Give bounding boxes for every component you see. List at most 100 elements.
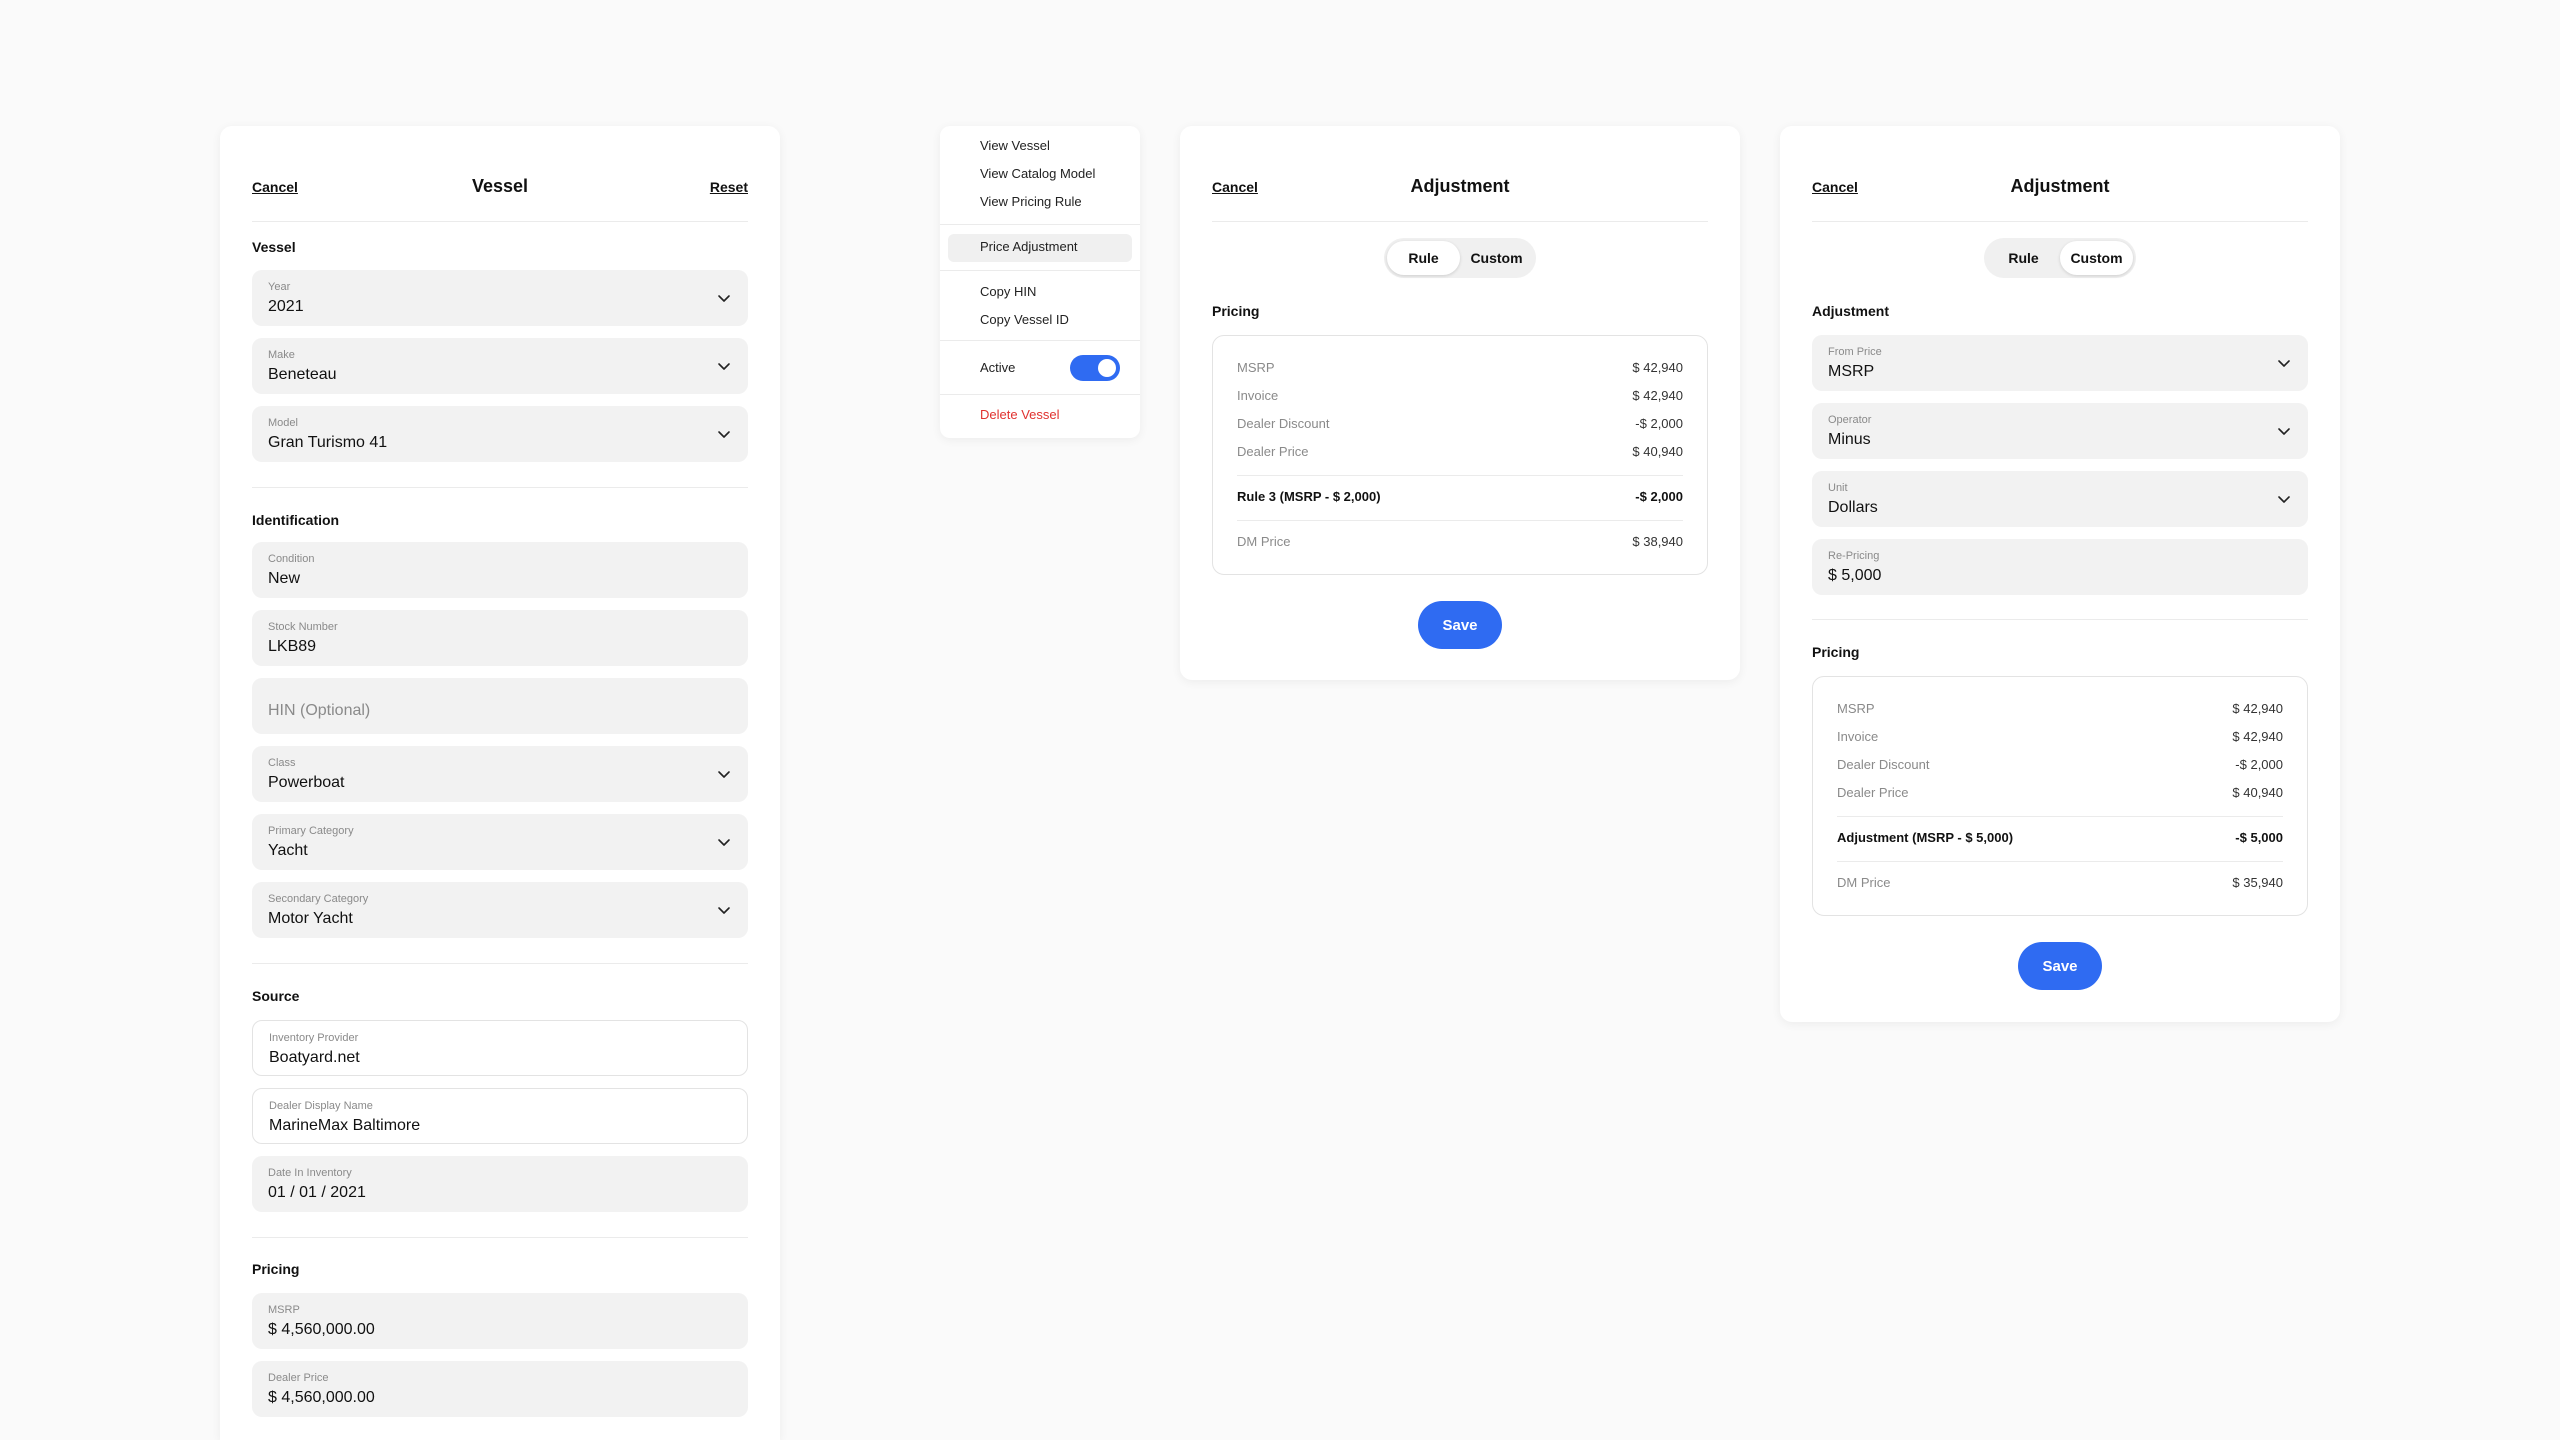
year-value: 2021 <box>268 298 304 315</box>
active-toggle[interactable] <box>1070 355 1120 381</box>
msrp-input[interactable]: MSRP $ 4,560,000.00 <box>252 1293 748 1349</box>
price-row-label: Dealer Price <box>1237 444 1309 459</box>
adjustment-row: Adjustment (MSRP - $ 5,000) -$ 5,000 <box>1837 830 2283 845</box>
model-select[interactable]: Model Gran Turismo 41 <box>252 406 748 462</box>
divider <box>1837 816 2283 817</box>
tab-custom[interactable]: Custom <box>2060 241 2133 275</box>
dealer-display-name-input[interactable]: Dealer Display Name MarineMax Baltimore <box>252 1088 748 1144</box>
class-select[interactable]: Class Powerboat <box>252 746 748 802</box>
price-row-value: -$ 2,000 <box>2235 757 2283 772</box>
secondary-category-value: Motor Yacht <box>268 910 353 927</box>
tab-rule[interactable]: Rule <box>1387 241 1460 275</box>
price-row: Dealer Discount -$ 2,000 <box>1237 416 1683 431</box>
inventory-provider-input[interactable]: Inventory Provider Boatyard.net <box>252 1020 748 1076</box>
price-row-label: MSRP <box>1837 701 1875 716</box>
price-row: Dealer Price $ 40,940 <box>1837 785 2283 800</box>
year-select[interactable]: Year 2021 <box>252 270 748 326</box>
tab-rule[interactable]: Rule <box>1987 241 2060 275</box>
chevron-down-icon <box>718 771 730 778</box>
from-price-select[interactable]: From Price MSRP <box>1812 335 2308 391</box>
date-in-inventory-input[interactable]: Date In Inventory 01 / 01 / 2021 <box>252 1156 748 1212</box>
save-button[interactable]: Save <box>2018 942 2102 990</box>
make-select[interactable]: Make Beneteau <box>252 338 748 394</box>
price-row: MSRP $ 42,940 <box>1837 701 2283 716</box>
make-value: Beneteau <box>268 366 337 383</box>
menu-item-copy-vessel-id[interactable]: Copy Vessel ID <box>980 312 1069 327</box>
unit-label: Unit <box>1828 482 1848 494</box>
unit-select[interactable]: Unit Dollars <box>1812 471 2308 527</box>
menu-item-view-vessel[interactable]: View Vessel <box>980 138 1050 153</box>
class-value: Powerboat <box>268 774 345 791</box>
price-row-value: $ 40,940 <box>2232 785 2283 800</box>
price-row-value: $ 40,940 <box>1632 444 1683 459</box>
divider <box>1237 520 1683 521</box>
dm-price-label: DM Price <box>1837 875 1891 890</box>
inventory-provider-value: Boatyard.net <box>269 1049 360 1066</box>
adjustment-rule-panel: Cancel Adjustment Rule Custom Pricing MS… <box>1180 126 1740 680</box>
dealer-display-name-value: MarineMax Baltimore <box>269 1117 421 1134</box>
dealer-price-value: $ 4,560,000.00 <box>268 1389 375 1406</box>
make-label: Make <box>268 349 295 361</box>
hin-input[interactable]: HIN (Optional) <box>252 678 748 734</box>
chevron-down-icon <box>2278 428 2290 435</box>
stock-number-value: LKB89 <box>268 638 317 655</box>
stock-number-input[interactable]: Stock Number LKB89 <box>252 610 748 666</box>
dm-price-value: $ 35,940 <box>2232 875 2283 890</box>
dealer-price-label: Dealer Price <box>268 1372 329 1384</box>
menu-item-active-label: Active <box>980 360 1016 375</box>
pricing-summary: MSRP $ 42,940 Invoice $ 42,940 Dealer Disc… <box>1812 676 2308 916</box>
price-row-value: $ 42,940 <box>2232 701 2283 716</box>
menu-item-copy-hin[interactable]: Copy HIN <box>980 284 1036 299</box>
rule-custom-toggle: Rule Custom <box>1984 238 2136 278</box>
menu-separator <box>940 394 1140 395</box>
cancel-button[interactable]: Cancel <box>1812 179 1872 195</box>
model-label: Model <box>268 417 298 429</box>
adjustment-rule-header: Cancel Adjustment <box>1212 152 1708 222</box>
repricing-label: Re-Pricing <box>1828 550 1880 562</box>
adjustment-custom-header: Cancel Adjustment <box>1812 152 2308 222</box>
menu-item-delete-vessel[interactable]: Delete Vessel <box>980 407 1060 422</box>
operator-value: Minus <box>1828 431 1871 448</box>
section-title-adjustment: Adjustment <box>1812 303 1889 319</box>
section-title-pricing: Pricing <box>1812 644 1860 660</box>
divider <box>1237 475 1683 476</box>
date-in-inventory-label: Date In Inventory <box>268 1167 352 1179</box>
dm-price-row: DM Price $ 35,940 <box>1837 875 2283 890</box>
menu-item-view-catalog-model[interactable]: View Catalog Model <box>980 166 1095 181</box>
price-row: Dealer Discount -$ 2,000 <box>1837 757 2283 772</box>
unit-value: Dollars <box>1828 499 1878 516</box>
panel-title: Vessel <box>471 176 529 196</box>
toggle-knob <box>1098 359 1116 377</box>
price-row-label: MSRP <box>1237 360 1275 375</box>
adjustment-row-label: Adjustment (MSRP - $ 5,000) <box>1837 830 2014 845</box>
menu-item-view-pricing-rule[interactable]: View Pricing Rule <box>980 194 1082 209</box>
operator-label: Operator <box>1828 414 1872 426</box>
tab-custom[interactable]: Custom <box>1460 241 1533 275</box>
secondary-category-label: Secondary Category <box>268 893 369 905</box>
cancel-button[interactable]: Cancel <box>1212 179 1272 195</box>
dm-price-label: DM Price <box>1237 534 1291 549</box>
rule-custom-toggle: Rule Custom <box>1384 238 1536 278</box>
divider <box>252 1237 748 1238</box>
section-title-source: Source <box>252 988 300 1004</box>
save-button[interactable]: Save <box>1418 601 1502 649</box>
price-row: Dealer Price $ 40,940 <box>1237 444 1683 459</box>
operator-select[interactable]: Operator Minus <box>1812 403 2308 459</box>
stock-number-label: Stock Number <box>268 621 338 633</box>
price-row-value: -$ 2,000 <box>1635 416 1683 431</box>
menu-item-price-adjustment[interactable]: Price Adjustment <box>980 239 1078 254</box>
primary-category-select[interactable]: Primary Category Yacht <box>252 814 748 870</box>
section-title-identification: Identification <box>252 512 340 528</box>
chevron-down-icon <box>2278 360 2290 367</box>
condition-field[interactable]: Condition New <box>252 542 748 598</box>
dealer-price-input[interactable]: Dealer Price $ 4,560,000.00 <box>252 1361 748 1417</box>
repricing-input[interactable]: Re-Pricing $ 5,000 <box>1812 539 2308 595</box>
divider <box>1837 861 2283 862</box>
chevron-down-icon <box>718 295 730 302</box>
menu-separator <box>940 270 1140 271</box>
reset-button[interactable]: Reset <box>688 179 748 195</box>
secondary-category-select[interactable]: Secondary Category Motor Yacht <box>252 882 748 938</box>
menu-separator <box>940 224 1140 225</box>
cancel-button[interactable]: Cancel <box>252 179 312 195</box>
price-row: Invoice $ 42,940 <box>1837 729 2283 744</box>
